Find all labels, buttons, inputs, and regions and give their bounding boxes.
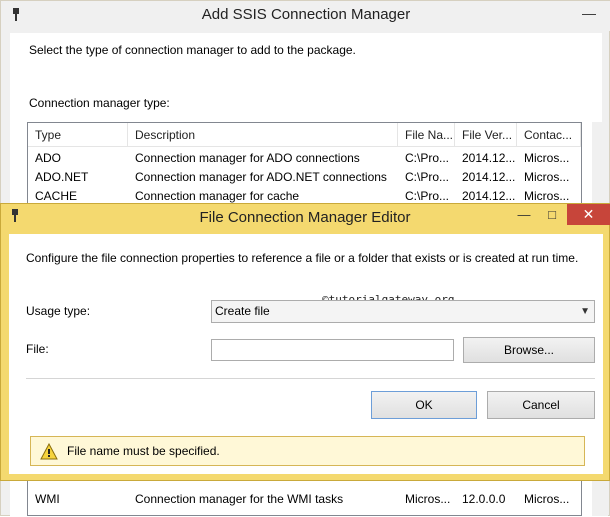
- cell-type: ADO.NET: [35, 170, 89, 184]
- cell-contact: Micros...: [524, 170, 570, 184]
- close-button[interactable]: ✕: [567, 204, 610, 225]
- file-label: File:: [26, 342, 49, 356]
- cell-type: ADO: [35, 151, 62, 165]
- cell-file-name: C:\Pro...: [405, 170, 450, 184]
- cell-contact: Micros...: [524, 151, 570, 165]
- dialog-titlebar: File Connection Manager Editor — □ ✕: [1, 204, 610, 233]
- minimize-button[interactable]: —: [574, 5, 604, 23]
- cell-file-version: 12.0.0.0: [462, 492, 506, 506]
- window-titlebar: Add SSIS Connection Manager —: [1, 1, 610, 31]
- browse-button[interactable]: Browse...: [463, 337, 595, 363]
- cancel-button[interactable]: Cancel: [487, 391, 595, 419]
- maximize-button[interactable]: □: [539, 207, 565, 225]
- column-header-description[interactable]: Description: [128, 123, 398, 147]
- cell-file-version: 2014.12...: [462, 170, 516, 184]
- usage-type-value: Create file: [215, 304, 270, 318]
- column-header-file-name[interactable]: File Na...: [398, 123, 455, 147]
- dialog-instruction: Configure the file connection properties…: [26, 251, 579, 265]
- divider: [26, 378, 595, 379]
- warning-text: File name must be specified.: [67, 444, 220, 458]
- cell-contact: Micros...: [524, 492, 570, 506]
- cell-description: Connection manager for ADO.NET connectio…: [135, 170, 387, 184]
- list-row[interactable]: WMI Connection manager for the WMI tasks…: [28, 490, 581, 509]
- cell-description: Connection manager for the WMI tasks: [135, 492, 344, 506]
- warning-icon: [40, 443, 58, 460]
- file-input[interactable]: [211, 339, 454, 361]
- usage-type-label: Usage type:: [26, 304, 91, 318]
- cell-file-name: C:\Pro...: [405, 151, 450, 165]
- minimize-button[interactable]: —: [511, 207, 537, 225]
- cell-description: Connection manager for ADO connections: [135, 151, 360, 165]
- column-header-contact[interactable]: Contac...: [517, 123, 581, 147]
- list-header: Type Description File Na... File Ver... …: [28, 123, 581, 147]
- cell-file-version: 2014.12...: [462, 151, 516, 165]
- list-row[interactable]: ADO.NET Connection manager for ADO.NET c…: [28, 168, 581, 187]
- usage-type-select[interactable]: Create file ▼: [211, 300, 595, 323]
- validation-warning: File name must be specified.: [30, 436, 585, 466]
- cell-type: WMI: [35, 492, 60, 506]
- ok-button[interactable]: OK: [371, 391, 477, 419]
- cell-file-name: Micros...: [405, 492, 451, 506]
- connection-type-label: Connection manager type:: [29, 96, 170, 110]
- column-header-file-version[interactable]: File Ver...: [455, 123, 517, 147]
- chevron-down-icon: ▼: [580, 306, 590, 317]
- window-title: Add SSIS Connection Manager: [201, 6, 411, 23]
- list-row[interactable]: ADO Connection manager for ADO connectio…: [28, 149, 581, 168]
- instruction-text: Select the type of connection manager to…: [29, 43, 356, 57]
- column-header-type[interactable]: Type: [28, 123, 128, 147]
